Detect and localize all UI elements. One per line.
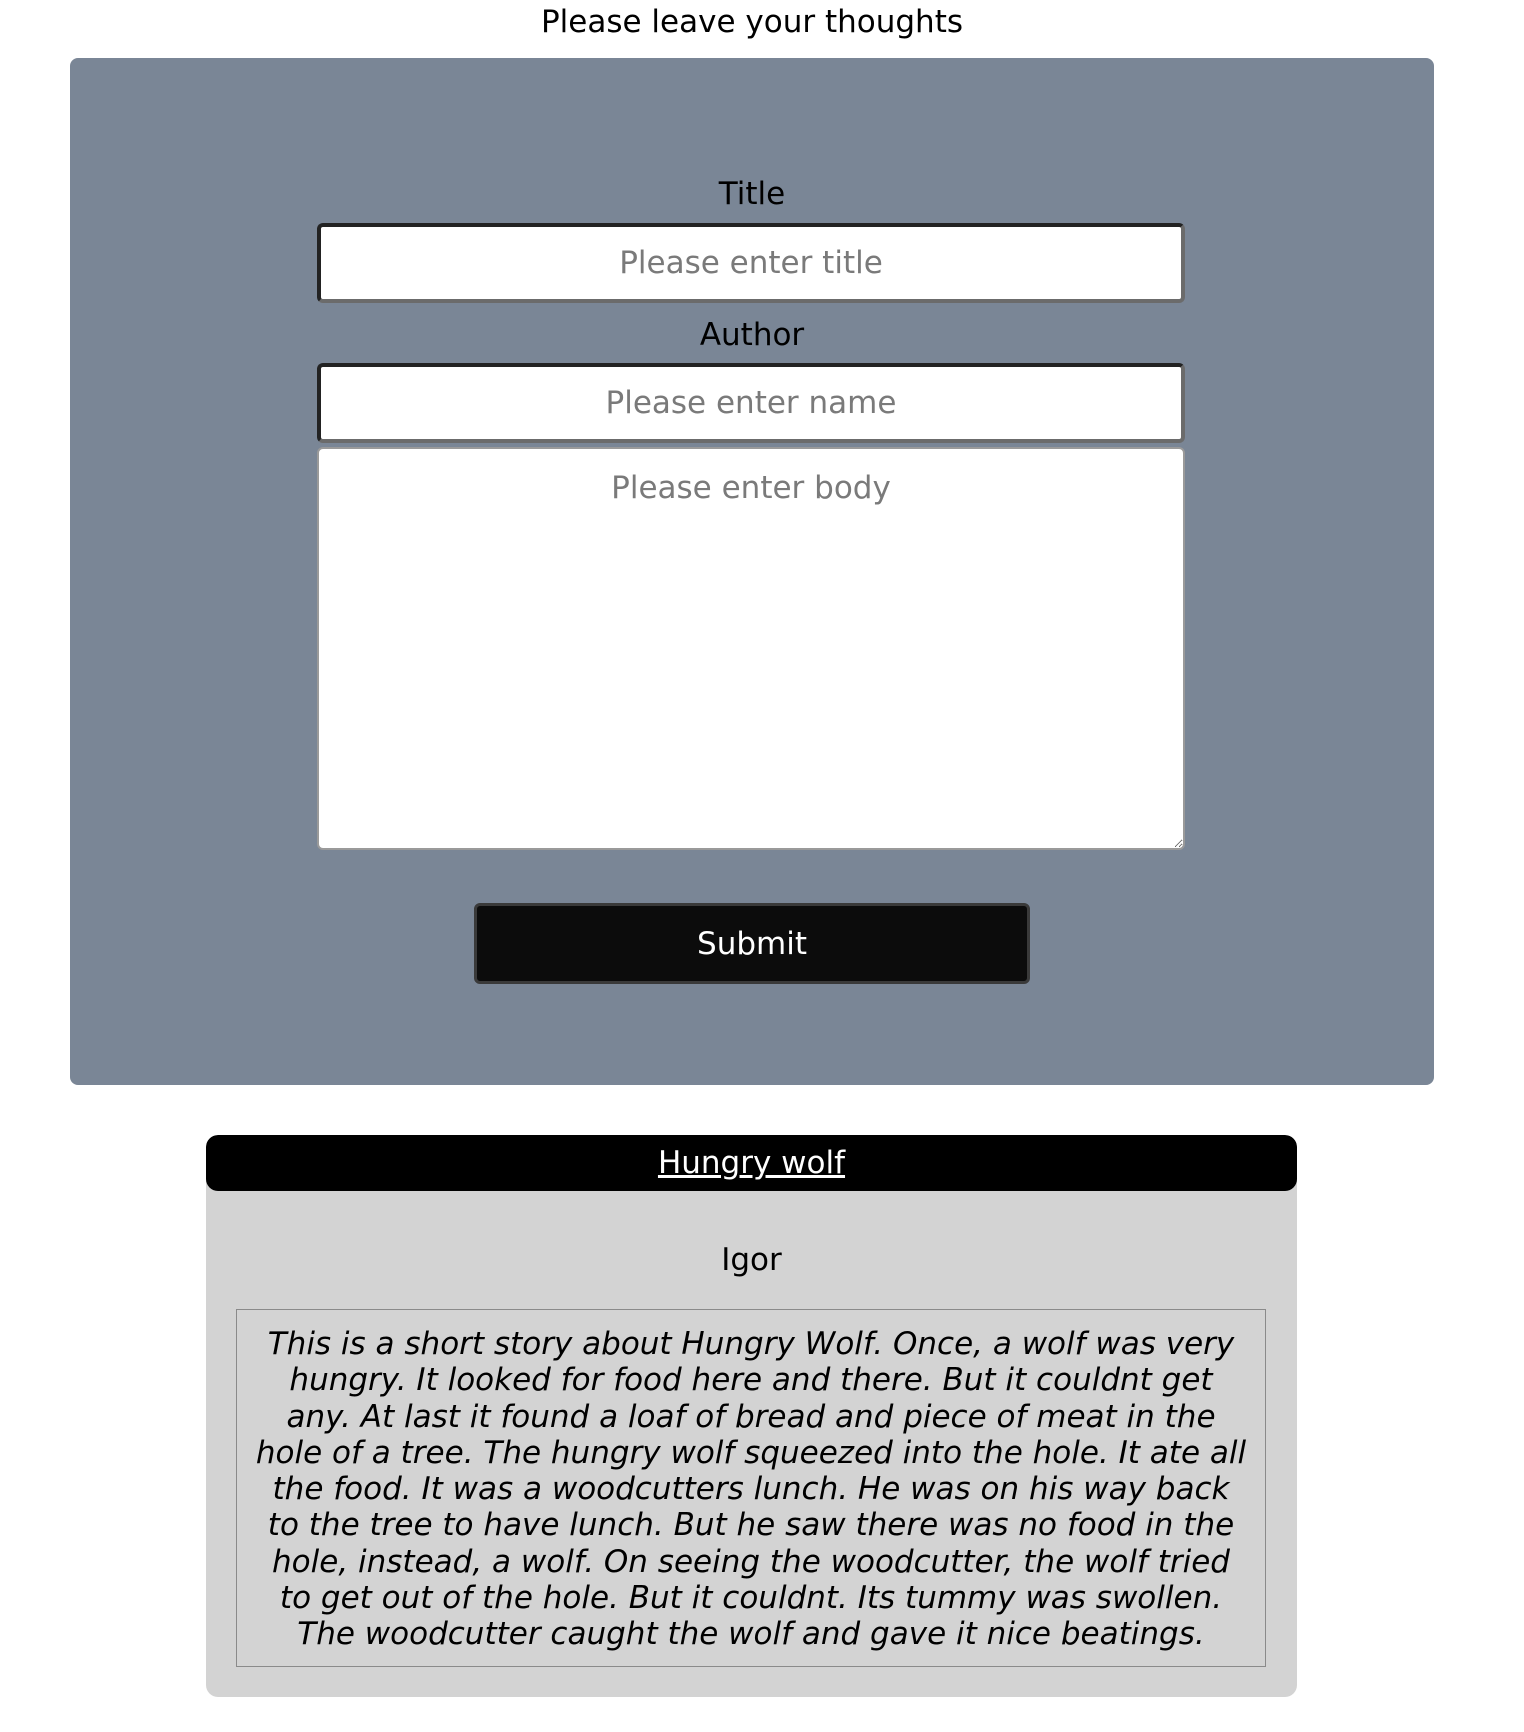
story-textarea[interactable] (317, 447, 1185, 850)
story-author: Igor (721, 1242, 782, 1278)
title-label: Title (718, 176, 786, 212)
story-body: This is a short story about Hungry Wolf.… (236, 1309, 1266, 1667)
submit-button[interactable]: Submit (474, 903, 1030, 984)
story-title-link[interactable]: Hungry wolf (658, 1145, 845, 1181)
story-card-header: Hungry wolf (206, 1135, 1297, 1191)
story-card: Hungry wolf Igor This is a short story a… (206, 1135, 1297, 1697)
story-form: Title Author Your story Submit (70, 58, 1434, 1085)
title-input[interactable] (317, 223, 1185, 303)
author-label: Author (699, 317, 805, 353)
page-heading: Please leave your thoughts (540, 4, 963, 40)
author-input[interactable] (317, 363, 1185, 443)
